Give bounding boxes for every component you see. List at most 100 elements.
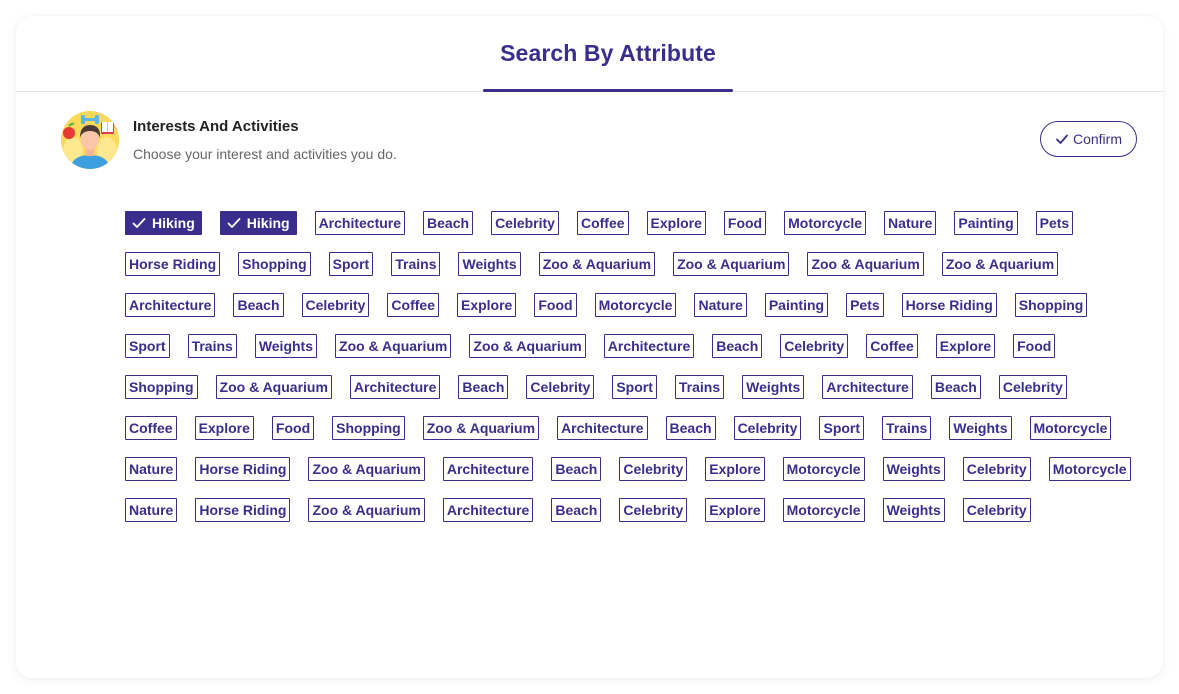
interest-chip[interactable]: Zoo & Aquarium bbox=[215, 375, 332, 399]
interest-chip[interactable]: Beach bbox=[551, 498, 602, 522]
interest-chip[interactable]: Horse Riding bbox=[195, 498, 291, 522]
interest-chip-label: Explore bbox=[709, 461, 761, 477]
tab-search-by-attribute[interactable]: Search By Attribute bbox=[483, 16, 733, 92]
interest-chip[interactable]: Zoo & Aquarium bbox=[335, 334, 452, 358]
interest-chip[interactable]: Weights bbox=[882, 498, 945, 522]
interest-chip[interactable]: Shopping bbox=[125, 375, 198, 399]
interest-chip[interactable]: Coffee bbox=[576, 211, 629, 235]
interest-chip[interactable]: Sport bbox=[819, 416, 865, 440]
interest-chip[interactable]: Coffee bbox=[866, 334, 918, 358]
interest-chip[interactable]: Shopping bbox=[332, 416, 405, 440]
interest-chip[interactable]: Explore bbox=[705, 457, 765, 481]
interest-chip[interactable]: Celebrity bbox=[733, 416, 802, 440]
interest-chip[interactable]: Beach bbox=[233, 293, 284, 317]
interest-chip[interactable]: Beach bbox=[458, 375, 509, 399]
interest-chip[interactable]: Celebrity bbox=[619, 498, 688, 522]
interest-chip[interactable]: Celebrity bbox=[619, 457, 688, 481]
interest-chip-label: Shopping bbox=[242, 256, 307, 272]
interest-chip[interactable]: Food bbox=[1013, 334, 1056, 358]
interest-chip[interactable]: Explore bbox=[194, 416, 254, 440]
interest-chip[interactable]: Zoo & Aquarium bbox=[308, 457, 425, 481]
interest-chip[interactable]: Sport bbox=[328, 252, 374, 276]
interest-chip-label: Architecture bbox=[446, 461, 530, 477]
interest-chip[interactable]: Architecture bbox=[125, 293, 216, 317]
interest-chip[interactable]: Weights bbox=[742, 375, 805, 399]
interest-chip[interactable]: Food bbox=[723, 211, 767, 235]
interest-chip[interactable]: Sport bbox=[125, 334, 170, 358]
interest-chip[interactable]: Weights bbox=[949, 416, 1012, 440]
interest-chip-label: Trains bbox=[395, 256, 437, 272]
interest-chip[interactable]: Shopping bbox=[1014, 293, 1088, 317]
interest-chip[interactable]: Zoo & Aquarium bbox=[308, 498, 425, 522]
section-header: Interests And Activities Choose your int… bbox=[61, 111, 1141, 171]
interest-chip[interactable]: Beach bbox=[423, 211, 474, 235]
interest-chip[interactable]: Motorcycle bbox=[1029, 416, 1112, 440]
interest-chip[interactable]: Motorcycle bbox=[594, 293, 677, 317]
interest-chip[interactable]: Trains bbox=[882, 416, 932, 440]
interest-chip[interactable]: Celebrity bbox=[491, 211, 559, 235]
interest-chip[interactable]: Pets bbox=[1035, 211, 1074, 235]
interest-chip[interactable]: Zoo & Aquarium bbox=[673, 252, 790, 276]
interest-chip[interactable]: Architecture bbox=[442, 457, 534, 481]
interest-chip[interactable]: Architecture bbox=[349, 375, 441, 399]
interest-chip-label: Celebrity bbox=[623, 502, 684, 518]
interest-chip[interactable]: Celebrity bbox=[301, 293, 370, 317]
interest-chip[interactable]: Beach bbox=[551, 457, 602, 481]
interest-chip[interactable]: Trains bbox=[674, 375, 725, 399]
interest-chip[interactable]: Coffee bbox=[125, 416, 177, 440]
interest-chip[interactable]: Motorcycle bbox=[782, 457, 865, 481]
interest-chip[interactable]: Beach bbox=[665, 416, 716, 440]
interest-chip[interactable]: Horse Riding bbox=[195, 457, 291, 481]
interest-chip[interactable]: Zoo & Aquarium bbox=[807, 252, 924, 276]
interest-chip[interactable]: Hiking bbox=[219, 211, 297, 235]
interest-chip[interactable]: Nature bbox=[125, 457, 178, 481]
interest-chip[interactable]: Zoo & Aquarium bbox=[538, 252, 656, 276]
interest-chip[interactable]: Coffee bbox=[387, 293, 439, 317]
interest-chip[interactable]: Sport bbox=[612, 375, 657, 399]
interest-chip[interactable]: Shopping bbox=[238, 252, 311, 276]
interest-chip-label: Sport bbox=[129, 338, 166, 354]
interest-chip[interactable]: Zoo & Aquarium bbox=[422, 416, 540, 440]
interest-chip[interactable]: Horse Riding bbox=[901, 293, 997, 317]
interest-chip[interactable]: Weights bbox=[254, 334, 318, 358]
interest-chip[interactable]: Architecture bbox=[442, 498, 534, 522]
interest-chip[interactable]: Zoo & Aquarium bbox=[941, 252, 1059, 276]
interest-chip[interactable]: Nature bbox=[884, 211, 937, 235]
interest-chip[interactable]: Zoo & Aquarium bbox=[469, 334, 586, 358]
interest-chip[interactable]: Explore bbox=[935, 334, 996, 358]
interest-chip-label: Painting bbox=[958, 215, 1014, 231]
interest-chip[interactable]: Architecture bbox=[822, 375, 913, 399]
interest-chip[interactable]: Architecture bbox=[557, 416, 648, 440]
interest-chip[interactable]: Food bbox=[271, 416, 315, 440]
interest-chip[interactable]: Horse Riding bbox=[125, 252, 221, 276]
interest-chip[interactable]: Celebrity bbox=[962, 457, 1031, 481]
interest-chip[interactable]: Celebrity bbox=[780, 334, 849, 358]
interest-chip[interactable]: Weights bbox=[882, 457, 945, 481]
interest-chip[interactable]: Explore bbox=[456, 293, 517, 317]
interest-chip[interactable]: Trains bbox=[391, 252, 441, 276]
interest-chip[interactable]: Motorcycle bbox=[782, 498, 865, 522]
interest-chip[interactable]: Trains bbox=[187, 334, 237, 358]
interest-chip[interactable]: Architecture bbox=[314, 211, 406, 235]
interest-chip-label: Explore bbox=[650, 215, 702, 231]
interest-chip[interactable]: Painting bbox=[764, 293, 829, 317]
interest-chip[interactable]: Weights bbox=[458, 252, 521, 276]
interest-chip[interactable]: Beach bbox=[712, 334, 763, 358]
interest-chip[interactable]: Architecture bbox=[603, 334, 695, 358]
interest-chip[interactable]: Hiking bbox=[125, 211, 202, 235]
interest-chip[interactable]: Celebrity bbox=[962, 498, 1031, 522]
interest-chip[interactable]: Motorcycle bbox=[784, 211, 867, 235]
confirm-button[interactable]: Confirm bbox=[1040, 121, 1137, 157]
interest-chip[interactable]: Motorcycle bbox=[1048, 457, 1131, 481]
interest-chip[interactable]: Celebrity bbox=[526, 375, 595, 399]
interest-chip[interactable]: Explore bbox=[705, 498, 765, 522]
interest-chip-label: Sport bbox=[823, 420, 861, 436]
interest-chip[interactable]: Nature bbox=[125, 498, 178, 522]
interest-chip[interactable]: Explore bbox=[646, 211, 706, 235]
interest-chip[interactable]: Pets bbox=[846, 293, 884, 317]
interest-chip[interactable]: Beach bbox=[930, 375, 981, 399]
interest-chip[interactable]: Food bbox=[534, 293, 577, 317]
interest-chip[interactable]: Nature bbox=[694, 293, 747, 317]
interest-chip[interactable]: Painting bbox=[954, 211, 1018, 235]
interest-chip[interactable]: Celebrity bbox=[998, 375, 1067, 399]
